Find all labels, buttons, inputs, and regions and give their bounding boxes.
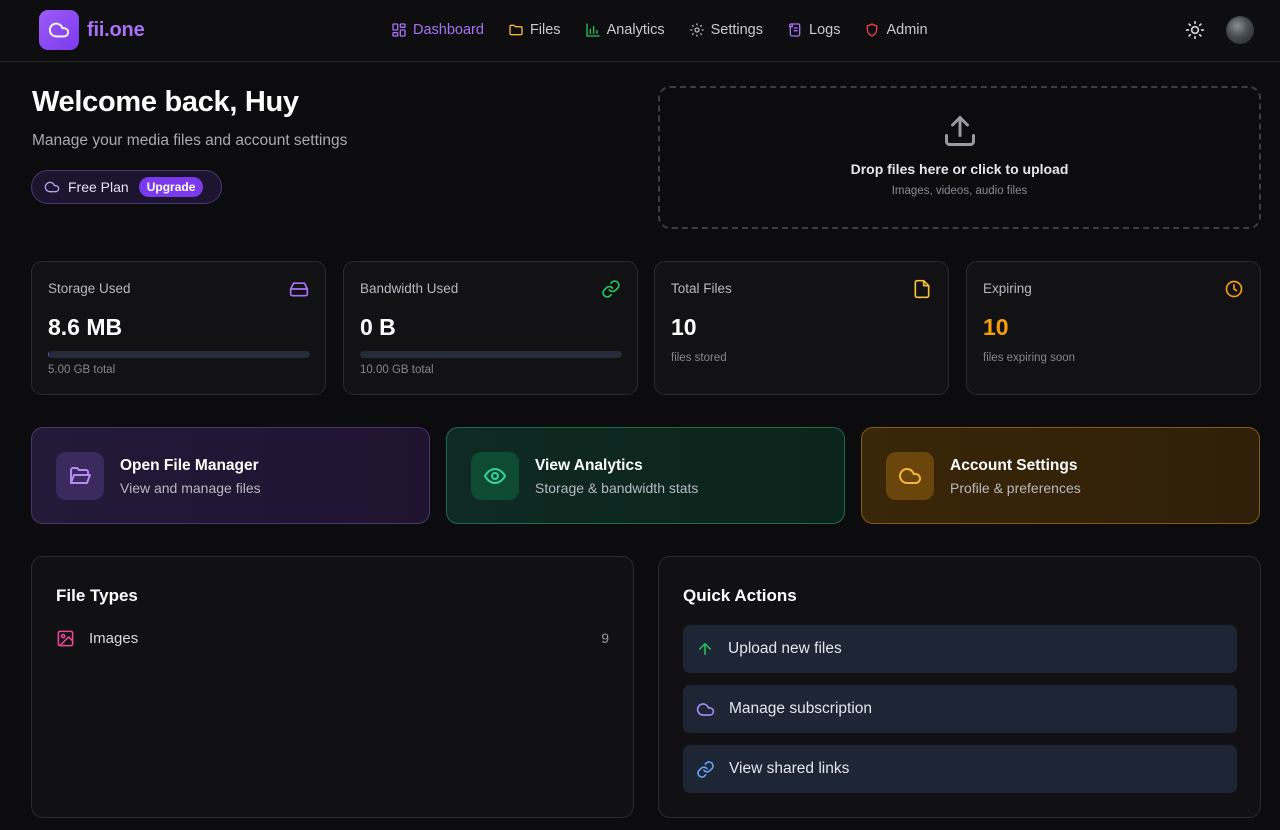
stat-label: Bandwidth Used	[360, 281, 459, 296]
quick-action-label: View shared links	[729, 760, 850, 777]
stat-footnote: 10.00 GB total	[360, 364, 434, 376]
nav-item-label: Files	[529, 22, 561, 38]
dashboard-icon	[391, 22, 407, 38]
action-title: View Analytics	[535, 457, 643, 474]
upload-title: Drop files here or click to upload	[850, 161, 1069, 177]
account-settings-card[interactable]: Account Settings Profile & preferences	[861, 427, 1260, 524]
action-title: Open File Manager	[120, 457, 259, 474]
manage-subscription-button[interactable]: Manage subscription	[683, 685, 1237, 733]
clock-icon	[1224, 279, 1244, 299]
link-icon	[601, 279, 621, 299]
stat-card-total-files: Total Files 10 files stored	[654, 261, 949, 395]
action-subtitle: View and manage files	[120, 480, 261, 496]
stat-value: 0 B	[360, 314, 396, 340]
brand-name: fii.one	[87, 18, 145, 41]
stat-value: 10	[671, 314, 697, 340]
nav-item-label: Dashboard	[413, 22, 484, 38]
upgrade-button[interactable]: Upgrade	[138, 177, 204, 197]
stat-footnote: files expiring soon	[983, 352, 1076, 364]
quick-action-label: Manage subscription	[729, 700, 873, 717]
sun-icon	[1185, 20, 1205, 40]
stat-label: Storage Used	[48, 281, 131, 296]
eye-icon	[471, 452, 519, 500]
plan-badge: Free Plan Upgrade	[31, 170, 222, 204]
upload-icon	[942, 113, 978, 149]
hard-drive-icon	[289, 279, 309, 299]
stat-value: 8.6 MB	[48, 314, 123, 340]
file-types-panel: File Types Images 9	[31, 556, 634, 818]
action-subtitle: Storage & bandwidth stats	[535, 480, 699, 496]
link-icon	[696, 760, 715, 779]
file-type-label: Images	[89, 629, 139, 647]
avatar[interactable]	[1226, 16, 1254, 44]
cloud-icon	[39, 10, 79, 50]
stat-footnote: files stored	[671, 352, 727, 364]
quick-action-label: Upload new files	[728, 640, 842, 657]
nav-item-label: Admin	[886, 22, 928, 38]
cloud-icon	[696, 700, 715, 719]
stat-card-bandwidth: Bandwidth Used 0 B 10.00 GB total	[343, 261, 638, 395]
nav-item-dashboard[interactable]: Dashboard	[391, 19, 484, 41]
scroll-icon	[787, 22, 803, 38]
upload-subtitle: Images, videos, audio files	[891, 185, 1028, 197]
cloud-icon	[44, 179, 60, 195]
view-shared-links-button[interactable]: View shared links	[683, 745, 1237, 793]
stat-footnote: 5.00 GB total	[48, 364, 116, 376]
brand-logo[interactable]: fii.one	[39, 10, 145, 50]
bar-chart-icon	[585, 22, 601, 38]
main-nav: Dashboard Files Analytics Settings Logs	[391, 19, 928, 41]
arrow-up-icon	[696, 640, 714, 658]
nav-item-label: Analytics	[606, 22, 665, 38]
action-subtitle: Profile & preferences	[950, 480, 1081, 496]
nav-item-label: Settings	[710, 22, 763, 38]
upload-new-files-button[interactable]: Upload new files	[683, 625, 1237, 673]
theme-toggle-button[interactable]	[1184, 19, 1206, 41]
panel-title: File Types	[56, 586, 138, 605]
gear-icon	[689, 22, 705, 38]
stat-value: 10	[983, 314, 1009, 340]
quick-actions-panel: Quick Actions Upload new files Manage su…	[658, 556, 1261, 818]
stat-card-expiring: Expiring 10 files expiring soon	[966, 261, 1261, 395]
top-navigation-bar: fii.one Dashboard Files Analytics Settin…	[0, 0, 1280, 62]
stat-label: Total Files	[671, 281, 732, 296]
nav-item-admin[interactable]: Admin	[864, 19, 928, 41]
stat-label: Expiring	[983, 281, 1032, 296]
page-title: Welcome back, Huy	[32, 86, 299, 118]
nav-item-settings[interactable]: Settings	[689, 19, 763, 41]
nav-item-label: Logs	[809, 22, 841, 38]
bandwidth-progress-bar	[360, 351, 622, 358]
view-analytics-card[interactable]: View Analytics Storage & bandwidth stats	[446, 427, 845, 524]
plan-label: Free Plan	[68, 179, 129, 195]
file-type-count: 9	[601, 630, 609, 646]
shield-icon	[864, 22, 880, 38]
action-title: Account Settings	[950, 457, 1078, 474]
page-subtitle: Manage your media files and account sett…	[32, 132, 348, 149]
file-type-row-images: Images 9	[56, 628, 609, 648]
nav-item-logs[interactable]: Logs	[787, 19, 840, 41]
nav-item-files[interactable]: Files	[508, 19, 561, 41]
storage-progress-bar	[48, 351, 310, 358]
nav-item-analytics[interactable]: Analytics	[585, 19, 665, 41]
upload-dropzone[interactable]: Drop files here or click to upload Image…	[658, 86, 1261, 229]
panel-title: Quick Actions	[683, 586, 797, 605]
open-file-manager-card[interactable]: Open File Manager View and manage files	[31, 427, 430, 524]
file-icon	[912, 279, 932, 299]
folder-icon	[508, 22, 524, 38]
cloud-icon	[886, 452, 934, 500]
stat-card-storage: Storage Used 8.6 MB 5.00 GB total	[31, 261, 326, 395]
folder-open-icon	[56, 452, 104, 500]
image-icon	[56, 629, 75, 648]
